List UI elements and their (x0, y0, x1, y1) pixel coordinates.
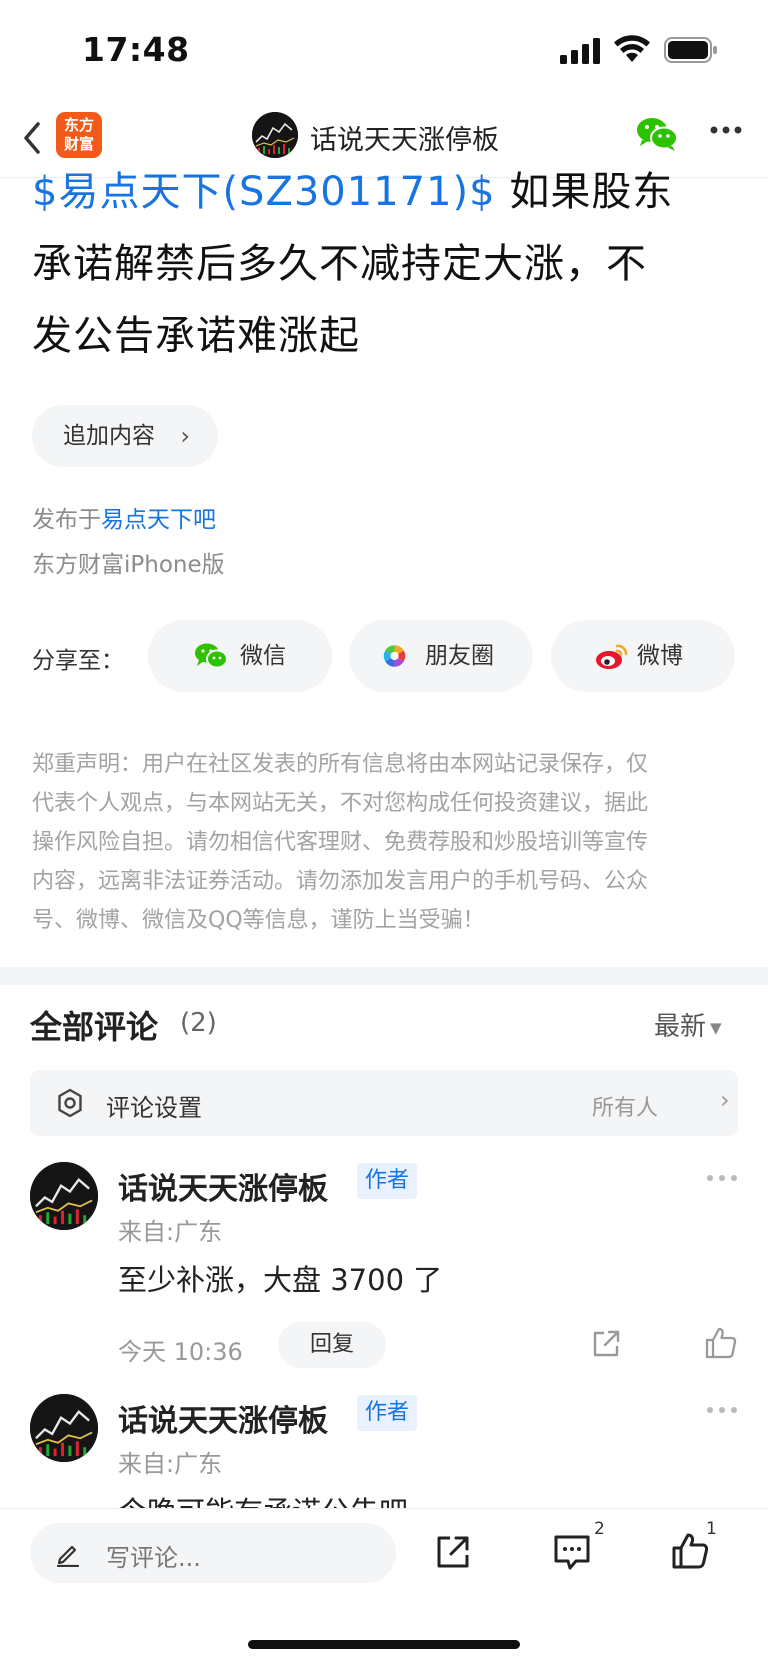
comment-settings-value: 所有人 (592, 1096, 659, 1121)
share-weibo-label: 微博 (637, 643, 683, 669)
cellular-signal-icon (560, 38, 600, 64)
like-count-badge: 1 (706, 1519, 717, 1539)
thumbs-up-icon[interactable] (670, 1531, 710, 1571)
bottom-action-bar: 写评论... 2 1 (0, 1508, 768, 1663)
disclaimer-line: 内容，远离非法证券活动。请勿添加发言用户的手机号码、公众 (32, 869, 649, 894)
publish-prefix: 发布于 (32, 507, 101, 533)
stock-chart-avatar-icon (30, 1394, 98, 1462)
comment-icon[interactable] (552, 1533, 592, 1571)
comments-count: (2) (180, 1008, 217, 1038)
comment-location: 来自:广东 (118, 1450, 223, 1478)
comment-settings-row[interactable]: 评论设置 所有人 › (30, 1070, 738, 1136)
comment-time: 今天 10:36 (118, 1338, 243, 1366)
comment-input[interactable]: 写评论... (30, 1523, 396, 1583)
more-options-icon[interactable] (706, 1406, 738, 1414)
home-indicator (248, 1640, 520, 1649)
caret-down-icon: ▼ (710, 1018, 722, 1037)
append-content-label: 追加内容 (63, 423, 155, 449)
commenter-name[interactable]: 话说天天涨停板 (118, 1164, 328, 1208)
more-options-icon[interactable] (706, 1174, 738, 1182)
stock-link[interactable]: $易点天下(SZ301171)$ (32, 169, 496, 215)
more-options-icon[interactable] (708, 124, 744, 136)
disclaimer-line: 操作风险自担。请勿相信代客理财、免费荐股和炒股培训等宣传 (32, 830, 649, 855)
sort-dropdown[interactable]: 最新 ▼ (654, 1006, 722, 1043)
publish-info: 发布于易点天下吧 (32, 500, 216, 534)
commenter-name[interactable]: 话说天天涨停板 (118, 1396, 328, 1440)
share-wechat-label: 微信 (240, 643, 286, 669)
post-title-line3: 发公告承诺难涨起 (32, 313, 360, 359)
share-moments-label: 朋友圈 (425, 643, 494, 669)
share-label: 分享至： (32, 648, 124, 674)
wechat-icon[interactable] (636, 116, 678, 152)
disclaimer-line: 代表个人观点，与本网站无关，不对您构成任何投资建议，据此 (32, 791, 649, 816)
author-badge: 作者 (357, 1395, 418, 1431)
status-bar: 17:48 (0, 0, 768, 100)
share-weibo-button[interactable]: 微博 (551, 620, 735, 692)
disclaimer: 郑重声明：用户在社区发表的所有信息将由本网站记录保存，仅 代表个人观点，与本网站… (32, 745, 732, 940)
post-title-line2: 承诺解禁后多久不减持定大涨，不 (32, 241, 647, 287)
thumbs-up-icon[interactable] (704, 1326, 738, 1360)
chevron-right-icon: › (720, 1086, 730, 1114)
append-content-button[interactable]: 追加内容 › (32, 405, 218, 467)
share-wechat-button[interactable]: 微信 (148, 620, 332, 692)
stock-chart-avatar-icon (30, 1162, 98, 1230)
share-icon[interactable] (590, 1328, 622, 1360)
comment-input-placeholder: 写评论... (106, 1544, 201, 1572)
wifi-icon (614, 35, 650, 62)
comment-item: 话说天天涨停板 作者 来自:广东 至少补涨，大盘 3700 了 今天 10:36… (0, 1162, 768, 1368)
post-title: $易点天下(SZ301171)$ 如果股东 承诺解禁后多久不减持定大涨，不 发公… (32, 156, 742, 372)
moments-icon (383, 645, 406, 667)
comment-item: 话说天天涨停板 作者 来自:广东 今晚可能有承诺公告吧 (0, 1394, 768, 1508)
comment-location: 来自:广东 (118, 1218, 223, 1246)
share-moments-button[interactable]: 朋友圈 (349, 620, 533, 692)
commenter-avatar[interactable] (30, 1162, 98, 1230)
client-info: 东方财富iPhone版 (32, 552, 225, 578)
section-divider (0, 967, 768, 985)
reply-button[interactable]: 回复 (278, 1322, 386, 1368)
comment-count-badge: 2 (594, 1519, 605, 1539)
bar-link[interactable]: 易点天下吧 (101, 507, 216, 533)
disclaimer-line: 号、微博、微信及QQ等信息，谨防上当受骗！ (32, 908, 485, 933)
gear-icon (58, 1088, 82, 1118)
eastmoney-logo[interactable]: 东方 财富 (56, 112, 102, 158)
battery-icon (664, 37, 717, 63)
stock-chart-avatar-icon (252, 112, 298, 158)
sort-label: 最新 (654, 1012, 707, 1042)
back-arrow-icon[interactable] (18, 118, 46, 158)
wechat-icon (195, 643, 228, 669)
status-time: 17:48 (82, 30, 190, 69)
author-avatar[interactable] (252, 112, 298, 158)
disclaimer-line: 郑重声明：用户在社区发表的所有信息将由本网站记录保存，仅 (32, 752, 649, 777)
comment-settings-label: 评论设置 (106, 1094, 202, 1122)
comment-text: 今晚可能有承诺公告吧 (118, 1489, 408, 1508)
post-title-line1: 如果股东 (495, 169, 674, 215)
author-badge: 作者 (357, 1163, 418, 1199)
logo-text-line2: 财富 (63, 135, 94, 153)
comment-text: 至少补涨，大盘 3700 了 (118, 1263, 443, 1297)
weibo-icon (596, 644, 628, 669)
nav-title[interactable]: 话说天天涨停板 (310, 118, 499, 157)
pencil-icon (56, 1545, 80, 1567)
chevron-right-icon: › (180, 422, 190, 450)
share-icon[interactable] (434, 1533, 472, 1571)
commenter-avatar[interactable] (30, 1394, 98, 1462)
comments-title: 全部评论 (30, 1008, 159, 1046)
logo-text-line1: 东方 (63, 116, 94, 134)
